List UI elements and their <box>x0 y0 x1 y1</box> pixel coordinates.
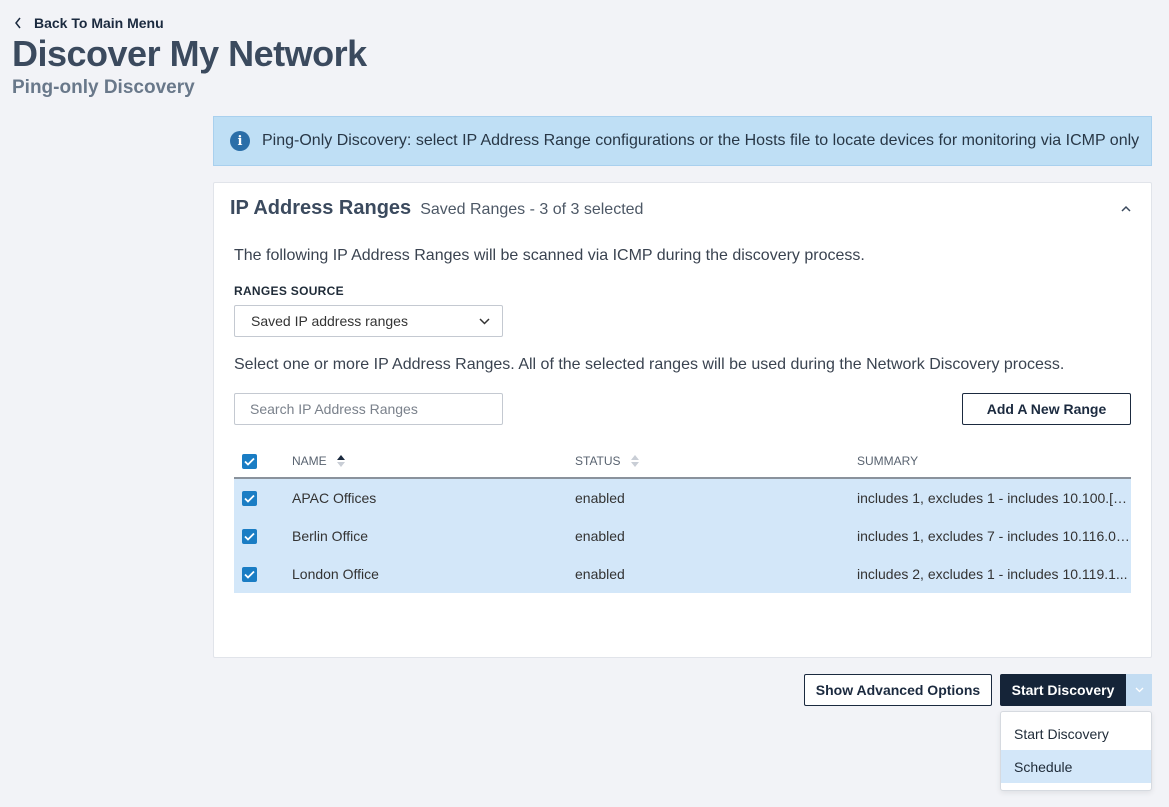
info-banner-text: Ping-Only Discovery: select IP Address R… <box>262 132 1140 149</box>
row-status: enabled <box>575 566 625 582</box>
column-header-summary: SUMMARY <box>857 454 919 468</box>
card-title: IP Address Ranges <box>230 197 412 219</box>
row-checkbox[interactable] <box>242 490 257 506</box>
select-instructions: Select one or more IP Address Ranges. Al… <box>234 356 1065 373</box>
row-status: enabled <box>575 528 625 544</box>
start-discovery-menu-toggle[interactable] <box>1126 674 1152 706</box>
row-checkbox[interactable] <box>242 528 257 544</box>
table-header: NAME STATUS SUMMARY <box>234 445 1131 479</box>
ranges-description: The following IP Address Ranges will be … <box>234 247 865 264</box>
row-status: enabled <box>575 490 625 506</box>
ranges-source-label: RANGES SOURCE <box>234 284 344 298</box>
back-link-label: Back To Main Menu <box>34 15 164 31</box>
info-banner: i Ping-Only Discovery: select IP Address… <box>213 116 1152 166</box>
add-new-range-button[interactable]: Add A New Range <box>962 393 1131 425</box>
ranges-table: NAME STATUS SUMMARY APAC Offices enabled <box>234 445 1131 593</box>
chevron-left-icon <box>14 15 24 31</box>
ranges-source-value: Saved IP address ranges <box>251 313 408 329</box>
checkmark-icon <box>244 457 255 466</box>
checkmark-icon <box>244 494 255 503</box>
table-row[interactable]: London Office enabled includes 2, exclud… <box>234 555 1131 593</box>
select-all-checkbox[interactable] <box>242 453 257 469</box>
ip-address-ranges-card: IP Address Ranges Saved Ranges - 3 of 3 … <box>213 182 1152 658</box>
start-discovery-button[interactable]: Start Discovery <box>1000 674 1126 706</box>
back-to-main-menu-link[interactable]: Back To Main Menu <box>14 15 164 31</box>
row-name: Berlin Office <box>292 528 368 544</box>
info-icon: i <box>230 131 250 151</box>
ranges-source-select[interactable]: Saved IP address ranges <box>234 305 503 337</box>
start-discovery-dropdown-menu: Start Discovery Schedule <box>1000 711 1152 791</box>
row-summary: includes 1, excludes 1 - includes 10.100… <box>857 490 1131 506</box>
table-row[interactable]: Berlin Office enabled includes 1, exclud… <box>234 517 1131 555</box>
card-subtitle: Saved Ranges - 3 of 3 selected <box>420 201 644 218</box>
column-header-status[interactable]: STATUS <box>575 454 621 468</box>
row-summary: includes 1, excludes 7 - includes 10.116… <box>857 528 1131 544</box>
chevron-down-icon <box>479 317 490 325</box>
sort-ascending-icon[interactable] <box>336 454 345 468</box>
row-checkbox[interactable] <box>242 566 257 582</box>
row-name: APAC Offices <box>292 490 377 506</box>
menu-item-schedule[interactable]: Schedule <box>1001 750 1151 783</box>
row-name: London Office <box>292 566 379 582</box>
chevron-down-icon <box>1135 687 1143 693</box>
page-subtitle: Ping-only Discovery <box>12 77 195 98</box>
chevron-up-icon <box>1121 205 1131 212</box>
collapse-button[interactable] <box>1119 201 1133 215</box>
checkmark-icon <box>244 532 255 541</box>
menu-item-start-discovery[interactable]: Start Discovery <box>1001 717 1151 750</box>
search-ranges-input[interactable] <box>234 393 503 425</box>
card-header: IP Address Ranges Saved Ranges - 3 of 3 … <box>230 197 643 220</box>
column-header-name[interactable]: NAME <box>292 454 327 468</box>
checkmark-icon <box>244 570 255 579</box>
page-title: Discover My Network <box>12 33 367 74</box>
table-row[interactable]: APAC Offices enabled includes 1, exclude… <box>234 479 1131 517</box>
row-summary: includes 2, excludes 1 - includes 10.119… <box>857 566 1128 582</box>
show-advanced-options-button[interactable]: Show Advanced Options <box>804 674 992 706</box>
sort-icon[interactable] <box>630 454 639 468</box>
